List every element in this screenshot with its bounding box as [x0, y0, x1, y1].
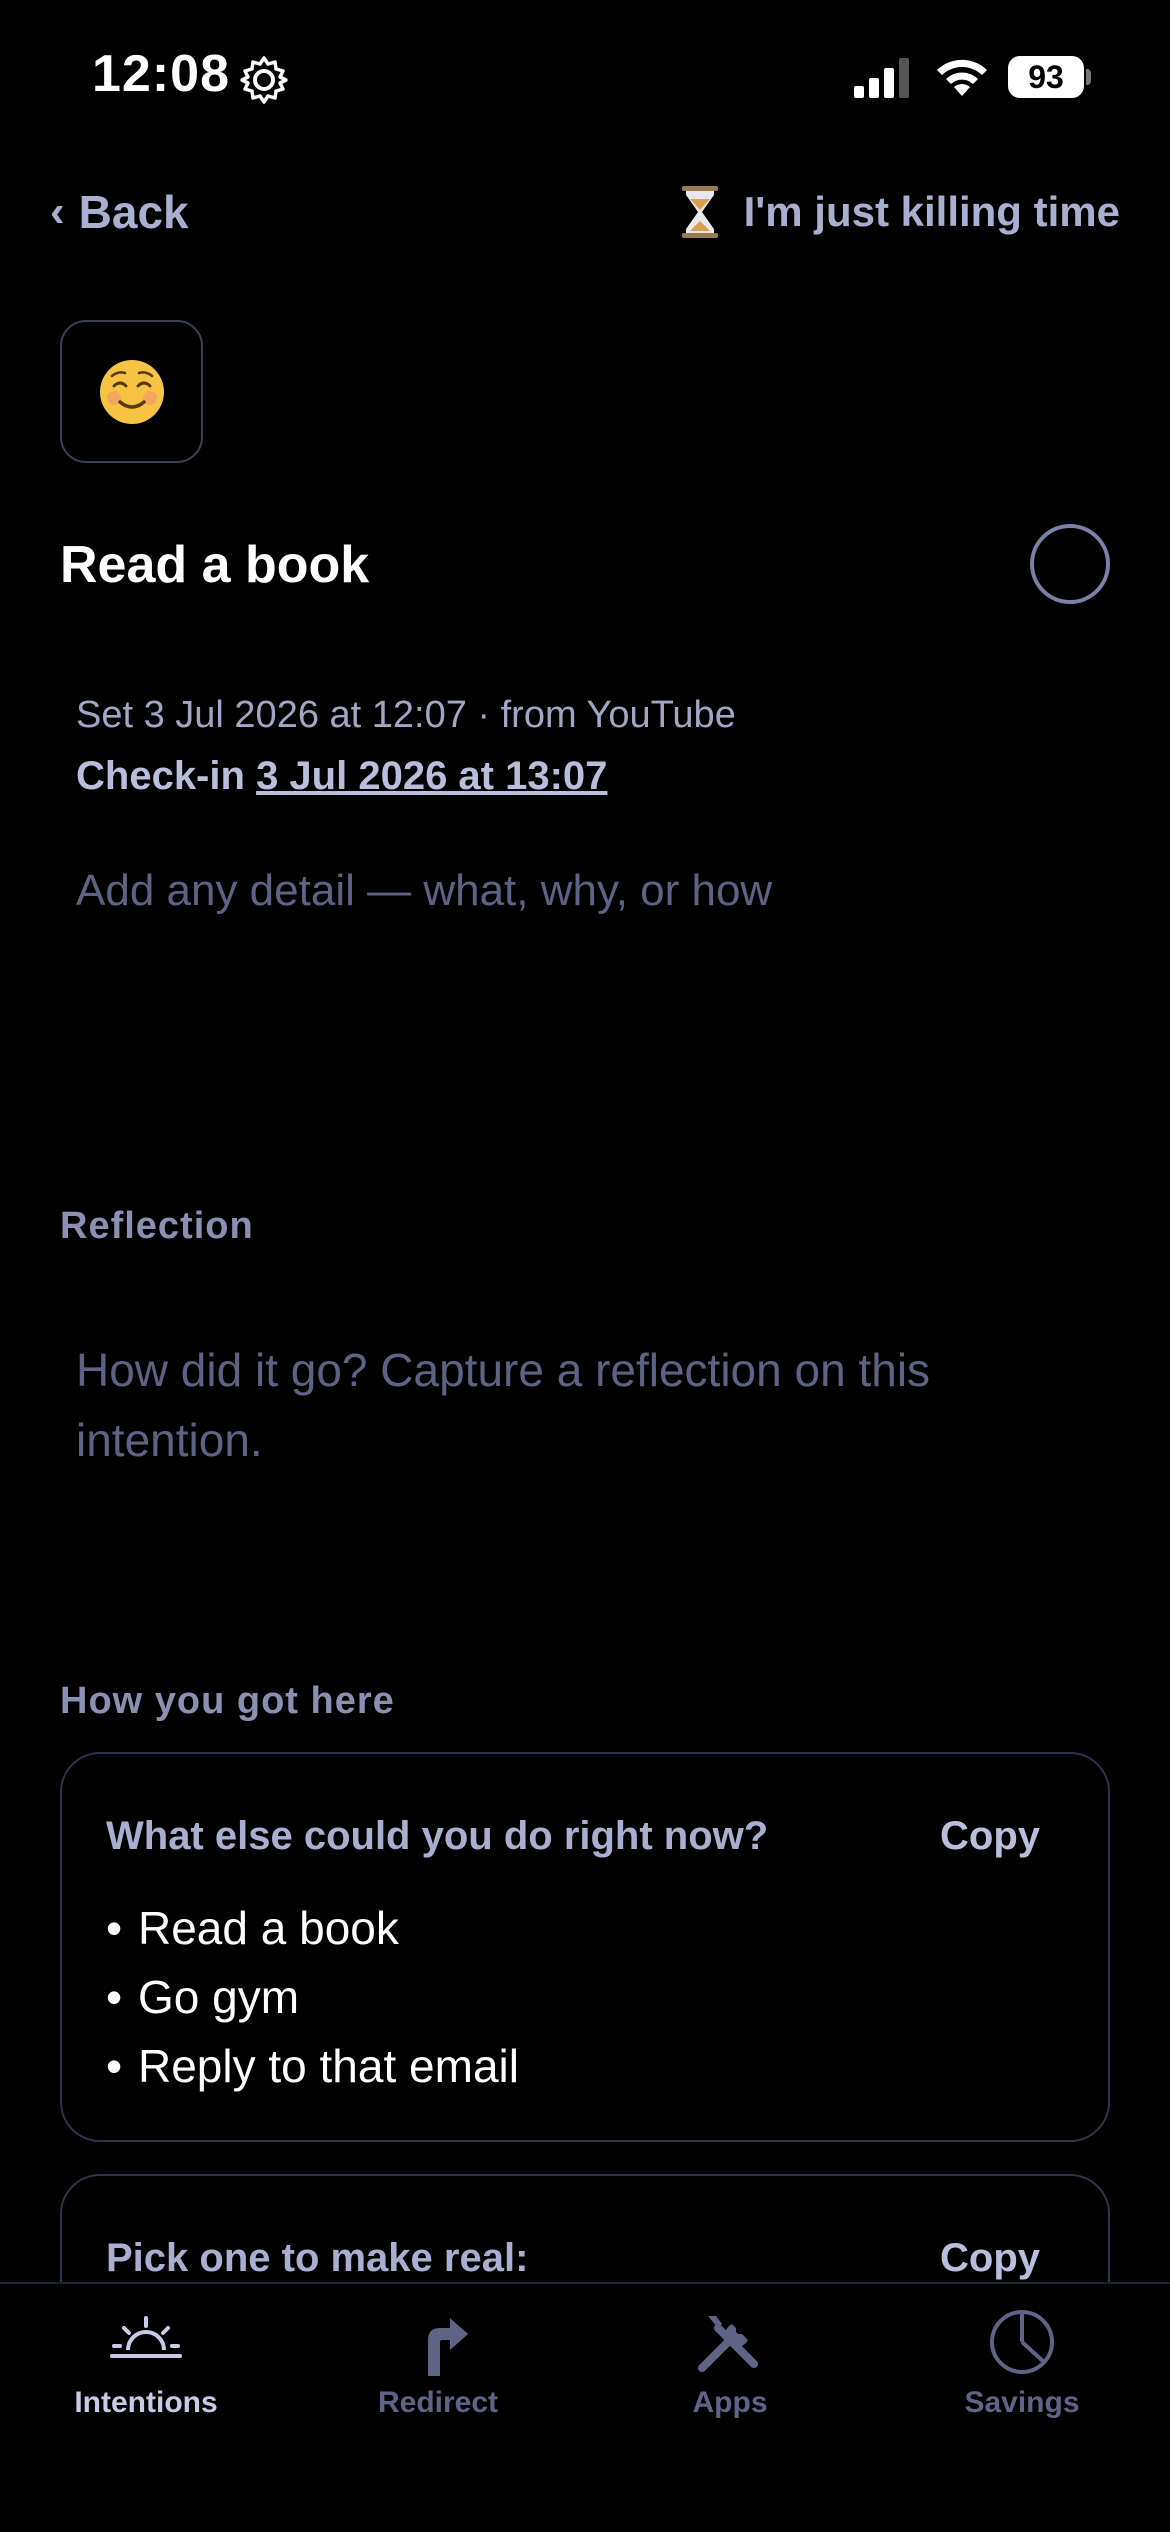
back-label: Back	[78, 186, 189, 238]
smiling-face-icon	[99, 359, 164, 424]
tab-redirect[interactable]: Redirect	[292, 2306, 584, 2466]
list-item-label: Reply to that email	[138, 2040, 519, 2092]
checkin-date-link[interactable]: 3 Jul 2026 at 13:07	[256, 754, 607, 798]
alternatives-list: • Read a book • Go gym • Reply to that emai…	[106, 1894, 519, 2101]
redirect-arrow-icon	[428, 2318, 468, 2376]
tab-label: Redirect	[377, 2386, 499, 2419]
wifi-icon	[937, 59, 987, 96]
status-bar: 12:08 93	[0, 0, 1170, 150]
detail-input[interactable]: Add any detail — what, why, or how	[76, 866, 772, 916]
checkin-info: Check-in 3 Jul 2026 at 13:07	[76, 754, 607, 799]
tools-icon	[698, 2316, 758, 2372]
list-item-label: Go gym	[138, 1971, 300, 2023]
intention-detail-screen: 12:08 93 ‹ Back I'm just killing time Re…	[0, 0, 1170, 2532]
list-item: • Go gym	[106, 1963, 519, 2032]
card-title: What else could you do right now?	[106, 1814, 769, 1858]
mode-button[interactable]: I'm just killing time	[680, 182, 1120, 242]
list-item: • Reply to that email	[106, 2032, 519, 2101]
copy-button[interactable]: Copy	[940, 2236, 1040, 2281]
mode-label: I'm just killing time	[743, 188, 1120, 235]
tab-savings[interactable]: Savings	[876, 2306, 1168, 2466]
alternatives-card: What else could you do right now? Copy •…	[60, 1752, 1110, 2142]
chevron-left-icon: ‹	[50, 187, 65, 236]
hourglass-icon	[681, 186, 718, 238]
checkin-prefix: Check-in	[76, 754, 245, 798]
how-heading: How you got here	[60, 1680, 395, 1722]
intention-title[interactable]: Read a book	[60, 535, 369, 595]
back-button[interactable]: ‹ Back	[50, 182, 189, 242]
status-time: 12:08	[92, 45, 230, 103]
signal-icon	[854, 58, 909, 98]
list-item-label: Read a book	[138, 1902, 399, 1954]
bullet: •	[106, 1902, 123, 1954]
complete-toggle[interactable]	[1030, 524, 1110, 604]
reflection-heading: Reflection	[60, 1205, 254, 1247]
sunrise-icon	[110, 2316, 182, 2358]
gear-icon	[240, 56, 288, 104]
bullet: •	[106, 1971, 123, 2023]
battery-level: 93	[1008, 56, 1084, 98]
tab-label: Apps	[692, 2386, 768, 2419]
copy-button[interactable]: Copy	[940, 1814, 1040, 1859]
card-title: Pick one to make real:	[106, 2236, 529, 2280]
reflection-input[interactable]: How did it go? Capture a reflection on t…	[76, 1335, 1076, 1475]
tab-bar: Intentions Redirect Apps Savings	[0, 2282, 1170, 2532]
bullet: •	[106, 2040, 123, 2092]
tab-intentions[interactable]: Intentions	[0, 2306, 292, 2466]
emoji-picker[interactable]	[60, 320, 203, 463]
battery-cap	[1086, 69, 1091, 85]
tab-label: Intentions	[74, 2386, 218, 2419]
tab-label: Savings	[964, 2386, 1080, 2419]
battery-icon: 93	[1008, 56, 1092, 98]
tab-apps[interactable]: Apps	[584, 2306, 876, 2466]
pie-chart-icon	[990, 2310, 1054, 2374]
set-info: Set 3 Jul 2026 at 12:07 · from YouTube	[76, 694, 736, 736]
list-item: • Read a book	[106, 1894, 519, 1963]
